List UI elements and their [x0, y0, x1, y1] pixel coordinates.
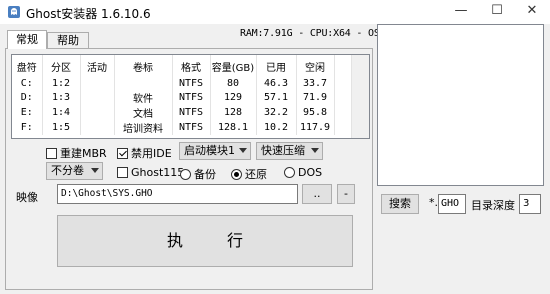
chevron-down-icon — [311, 148, 319, 153]
cell-drive: F: — [12, 120, 43, 135]
backup-radio-dot[interactable] — [180, 168, 191, 180]
close-button[interactable]: ✕ — [514, 0, 550, 24]
ghost-app-icon — [8, 6, 20, 18]
rebuild-mbr-label: 重建MBR — [60, 147, 107, 160]
depth-label: 目录深度 — [471, 199, 515, 212]
cell-active — [80, 120, 115, 135]
cell-partition: 1:3 — [42, 90, 81, 105]
tab-help[interactable]: 帮助 — [47, 32, 89, 49]
boot-module-value: 启动模块1 — [184, 144, 235, 157]
column-header-drive[interactable]: 盘符 — [12, 55, 43, 77]
cell-partition: 1:4 — [42, 105, 81, 120]
boot-module-dropdown[interactable]: 启动模块1 — [179, 142, 251, 160]
cell-format: NTFS — [172, 120, 211, 135]
backup-radio[interactable]: 备份 — [180, 166, 216, 182]
column-header-label[interactable]: 卷标 — [114, 55, 173, 77]
image-path-input[interactable]: D:\Ghost\SYS.GHO — [57, 184, 298, 204]
column-header-capacity[interactable]: 容量(GB) — [210, 55, 257, 77]
column-header-format[interactable]: 格式 — [172, 55, 211, 77]
cell-label — [114, 77, 173, 90]
title-bar: Ghost安装器 1.6.10.6 — ☐ ✕ — [0, 0, 550, 24]
table-row[interactable]: C: 1:2 NTFS 80 46.3 33.7 — [12, 77, 335, 90]
cell-used: 57.1 — [256, 90, 297, 105]
rebuild-mbr-checkbox[interactable]: 重建MBR — [46, 145, 107, 161]
depth-input[interactable]: 3 — [519, 194, 541, 214]
window-title: Ghost安装器 1.6.10.6 — [26, 7, 151, 21]
cell-free: 71.9 — [296, 90, 335, 105]
cell-partition: 1:5 — [42, 120, 81, 135]
cell-free: 95.8 — [296, 105, 335, 120]
cell-capacity: 128.1 — [210, 120, 257, 135]
table-row[interactable]: F: 1:5 培训资料 NTFS 128.1 10.2 117.9 — [12, 120, 335, 135]
cell-active — [80, 90, 115, 105]
cell-partition: 1:2 — [42, 77, 81, 90]
cell-label: 培训资料 — [114, 120, 173, 135]
table-scrollbar[interactable] — [351, 55, 369, 138]
column-header-used[interactable]: 已用 — [256, 55, 297, 77]
dos-label: DOS — [298, 166, 323, 179]
cell-drive: C: — [12, 77, 43, 90]
image-label: 映像 — [16, 191, 38, 204]
extension-input[interactable]: GHO — [438, 194, 466, 214]
ghost115-box[interactable] — [117, 167, 128, 178]
backup-label: 备份 — [194, 168, 216, 181]
remove-button[interactable]: - — [337, 184, 355, 204]
partition-grid: 盘符 分区 活动 卷标 格式 容量(GB) 已用 空闲 C: 1:2 NTFS … — [12, 55, 335, 135]
partition-table[interactable]: 盘符 分区 活动 卷标 格式 容量(GB) 已用 空闲 C: 1:2 NTFS … — [11, 54, 370, 139]
table-row[interactable]: E: 1:4 文档 NTFS 128 32.2 95.8 — [12, 105, 335, 120]
search-button[interactable]: 搜索 — [381, 194, 419, 214]
chevron-down-icon — [91, 168, 99, 173]
chevron-down-icon — [239, 148, 247, 153]
cell-used: 10.2 — [256, 120, 297, 135]
tab-general[interactable]: 常规 — [7, 30, 47, 49]
cell-free: 117.9 — [296, 120, 335, 135]
cell-used: 46.3 — [256, 77, 297, 90]
image-file-list[interactable] — [377, 24, 544, 186]
cell-capacity: 80 — [210, 77, 257, 90]
cell-label: 软件 — [114, 90, 173, 105]
disable-ide-checkbox[interactable]: 禁用IDE — [117, 145, 172, 161]
app-window: Ghost安装器 1.6.10.6 — ☐ ✕ RAM:7.91G - CPU:… — [0, 0, 550, 294]
maximize-button[interactable]: ☐ — [479, 0, 515, 24]
cell-format: NTFS — [172, 90, 211, 105]
dos-radio-dot[interactable] — [284, 167, 295, 178]
table-row[interactable]: D: 1:3 软件 NTFS 129 57.1 71.9 — [12, 90, 335, 105]
ghost115-label: Ghost115 — [131, 166, 185, 179]
cell-active — [80, 77, 115, 90]
table-header-row: 盘符 分区 活动 卷标 格式 容量(GB) 已用 空闲 — [12, 55, 335, 77]
disable-ide-label: 禁用IDE — [131, 147, 172, 160]
cell-active — [80, 105, 115, 120]
restore-radio-dot[interactable] — [231, 168, 242, 180]
cell-used: 32.2 — [256, 105, 297, 120]
compression-dropdown[interactable]: 快速压缩 — [256, 142, 323, 160]
split-volume-dropdown[interactable]: 不分卷 — [46, 162, 103, 180]
execute-button[interactable]: 执行 — [57, 215, 353, 267]
cell-drive: D: — [12, 90, 43, 105]
cell-format: NTFS — [172, 105, 211, 120]
browse-button[interactable]: .. — [302, 184, 332, 204]
column-header-partition[interactable]: 分区 — [42, 55, 81, 77]
column-header-active[interactable]: 活动 — [80, 55, 115, 77]
ghost115-checkbox[interactable]: Ghost115 — [117, 166, 184, 179]
split-volume-value: 不分卷 — [51, 164, 84, 177]
column-header-free[interactable]: 空闲 — [296, 55, 335, 77]
cell-format: NTFS — [172, 77, 211, 90]
dos-radio[interactable]: DOS — [284, 166, 322, 179]
extension-prefix: *. — [429, 196, 438, 209]
cell-drive: E: — [12, 105, 43, 120]
cell-label: 文档 — [114, 105, 173, 120]
cell-capacity: 128 — [210, 105, 257, 120]
restore-radio[interactable]: 还原 — [231, 166, 267, 182]
compression-value: 快速压缩 — [261, 144, 305, 157]
disable-ide-box[interactable] — [117, 147, 128, 159]
cell-free: 33.7 — [296, 77, 335, 90]
rebuild-mbr-box[interactable] — [46, 147, 57, 159]
minimize-button[interactable]: — — [443, 0, 479, 24]
restore-label: 还原 — [245, 168, 267, 181]
cell-capacity: 129 — [210, 90, 257, 105]
